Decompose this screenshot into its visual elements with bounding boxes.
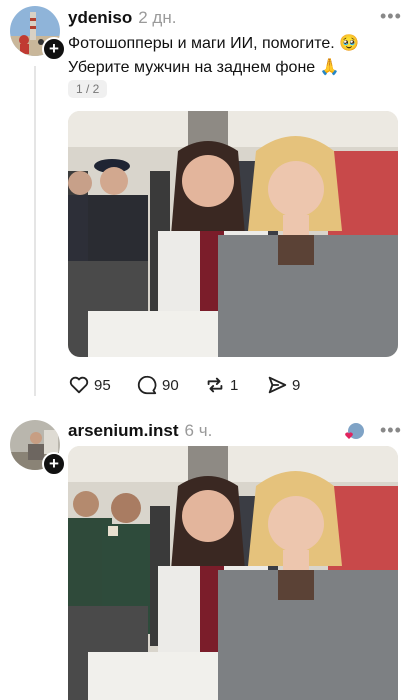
post-2: + arsenium.inst 6 ч. ••• (0, 410, 416, 700)
comment-button[interactable]: 90 (136, 374, 179, 396)
repost-icon (207, 377, 223, 393)
share-count: 9 (292, 376, 301, 394)
like-count: 95 (94, 376, 111, 394)
share-button[interactable]: 9 (266, 374, 300, 396)
image-counter: 1 / 2 (68, 80, 108, 98)
post-timestamp: 6 ч. (184, 421, 213, 440)
like-button[interactable]: 95 (68, 374, 111, 396)
post-text-line-1: Фотошопперы и маги ИИ, помогите. 🥹 (68, 35, 360, 52)
post-timestamp: 2 дн. (138, 8, 177, 27)
follow-plus-icon[interactable]: + (42, 37, 66, 61)
repost-button[interactable]: 1 (204, 374, 238, 396)
post-actions: 95 90 1 9 (68, 374, 368, 400)
post-username[interactable]: arsenium.inst 6 ч. (68, 421, 212, 441)
repost-count: 1 (230, 376, 239, 394)
comment-icon (137, 375, 157, 395)
follow-plus-icon[interactable]: + (42, 452, 66, 476)
send-icon (268, 376, 287, 394)
post-photo-edited[interactable] (68, 446, 398, 700)
heart-icon (69, 376, 89, 394)
post-1: + ydeniso 2 дн. ••• Фотошопперы и маги ИИ… (0, 0, 416, 410)
more-options-icon[interactable]: ••• (380, 420, 402, 441)
more-options-icon[interactable]: ••• (380, 6, 402, 27)
post-text-line-2: Уберите мужчин на заднем фоне 🙏 (68, 59, 340, 76)
post-username[interactable]: ydeniso 2 дн. (68, 8, 176, 28)
reply-avatar-heart-icon (345, 423, 364, 439)
comment-count: 90 (162, 376, 179, 394)
thread-line (34, 66, 36, 396)
post-photo-original[interactable] (68, 111, 398, 357)
